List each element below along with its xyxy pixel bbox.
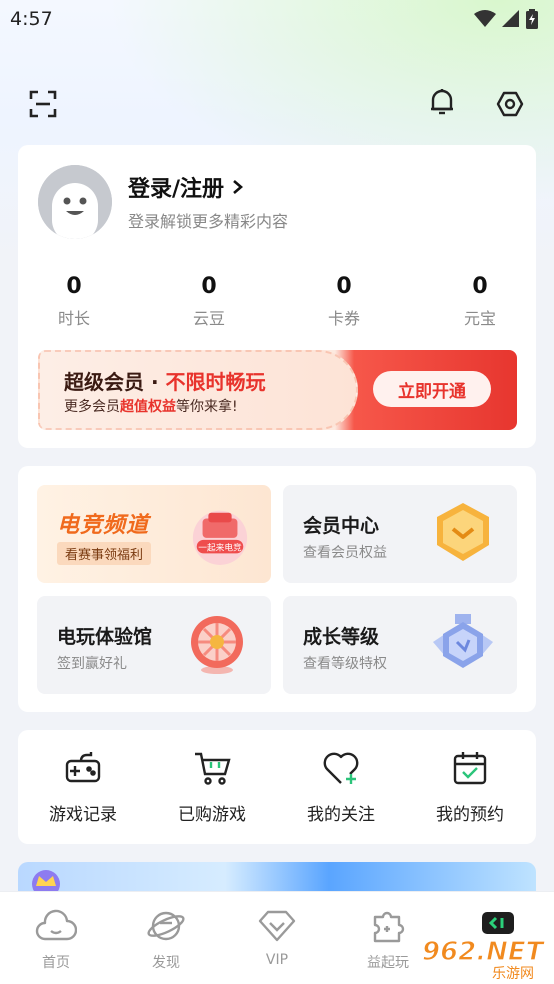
- notification-button[interactable]: [422, 82, 462, 122]
- quick-action-label: 我的预约: [436, 805, 504, 825]
- stat-value: 0: [472, 274, 488, 299]
- puzzle-icon: [373, 911, 405, 943]
- bell-icon: [431, 89, 453, 115]
- stat-label: 时长: [57, 309, 90, 328]
- my-follows-button[interactable]: 我的关注: [281, 748, 401, 825]
- quick-actions-card: 游戏记录 已购游戏 我的关注 我的预约: [18, 730, 536, 844]
- status-icons: [474, 9, 538, 29]
- tab-label: 首页: [42, 955, 70, 971]
- top-bar: [0, 80, 554, 128]
- vip-sub-part1: 更多会员: [64, 399, 120, 415]
- tab-label: 益起玩: [367, 955, 409, 971]
- stats-row: 0 时长 0 云豆 0 卡券 0 元宝: [18, 273, 536, 333]
- watermark-sub: 乐游网: [492, 966, 534, 982]
- member-shield-icon: [437, 503, 489, 561]
- vip-title-part1: 超级会员 ·: [64, 370, 166, 394]
- esports-art-text: 一起来电竞: [198, 541, 242, 553]
- gamepad-icon: [65, 752, 101, 783]
- game-history-button[interactable]: 游戏记录: [23, 748, 143, 825]
- settings-hexagon-icon: [496, 91, 524, 117]
- quick-action-label: 游戏记录: [49, 805, 117, 825]
- battery-icon: [526, 9, 538, 29]
- growth-level-title: 成长等级: [303, 626, 380, 648]
- vip-banner-title: 超级会员 · 不限时畅玩: [64, 366, 266, 395]
- feature-grid-card: 电竞频道 看赛事领福利 一起来电竞 会员中心 查看会员权益 电玩体验馆 签到赢好…: [18, 466, 536, 712]
- calendar-check-icon: [453, 752, 487, 785]
- tab-play-together[interactable]: 益起玩: [348, 906, 428, 972]
- stat-duration[interactable]: 0 时长: [29, 273, 119, 329]
- growth-level-subtitle: 查看等级特权: [303, 656, 387, 672]
- esports-trophy-icon: 一起来电竞: [192, 510, 248, 565]
- vip-banner-subtitle: 更多会员超值权益等你来拿!: [64, 396, 238, 416]
- login-register-link[interactable]: 登录/注册: [128, 171, 246, 203]
- arcade-hall-tile[interactable]: 电玩体验馆 签到赢好礼: [37, 596, 271, 694]
- vip-sub-part3: 等你来拿!: [176, 399, 238, 415]
- prize-wheel-icon: [191, 616, 243, 674]
- quick-action-label: 已购游戏: [178, 805, 246, 825]
- scan-button[interactable]: [23, 84, 63, 124]
- level-badge-icon: [433, 614, 493, 668]
- default-avatar-icon: [38, 165, 112, 239]
- esports-channel-tile[interactable]: 电竞频道 看赛事领福利 一起来电竞: [37, 485, 271, 583]
- vip-title-part2: 不限时畅玩: [165, 370, 266, 394]
- activate-vip-button[interactable]: 立即开通: [373, 371, 491, 407]
- member-center-title: 会员中心: [303, 515, 380, 537]
- vip-banner[interactable]: 超级会员 · 不限时畅玩 更多会员超值权益等你来拿! 立即开通: [38, 350, 517, 430]
- login-title-text: 登录/注册: [128, 177, 225, 202]
- stat-ingots[interactable]: 0 元宝: [435, 273, 525, 329]
- login-subtitle: 登录解锁更多精彩内容: [128, 212, 289, 231]
- wifi-icon: [474, 10, 496, 27]
- settings-button[interactable]: [490, 84, 530, 124]
- planet-icon: [147, 911, 185, 941]
- stat-label: 卡券: [327, 309, 360, 328]
- stat-value: 0: [336, 274, 352, 299]
- tab-label: VIP: [265, 952, 289, 968]
- tab-home[interactable]: 首页: [16, 906, 96, 972]
- stat-label: 元宝: [463, 309, 496, 328]
- growth-level-tile[interactable]: 成长等级 查看等级特权: [283, 596, 517, 694]
- tab-discover[interactable]: 发现: [126, 906, 206, 972]
- stat-label: 云豆: [192, 309, 225, 328]
- esports-title: 电竞频道: [57, 513, 150, 538]
- signal-icon: [502, 10, 519, 27]
- stat-coupons[interactable]: 0 卡券: [299, 273, 389, 329]
- tab-label: 发现: [152, 955, 180, 971]
- member-center-tile[interactable]: 会员中心 查看会员权益: [283, 485, 517, 583]
- cart-icon: [195, 752, 231, 785]
- quick-action-label: 我的关注: [307, 805, 375, 825]
- stat-value: 0: [66, 274, 82, 299]
- profile-card: 登录/注册 登录解锁更多精彩内容 0 时长 0 云豆 0 卡券 0 元宝 超级会…: [18, 145, 536, 448]
- watermark-text: 962.NET: [422, 937, 546, 967]
- esports-subtitle: 看赛事领福利: [57, 542, 152, 565]
- purchased-games-button[interactable]: 已购游戏: [152, 748, 272, 825]
- heart-plus-icon: [323, 752, 359, 784]
- chevron-right-icon: [233, 180, 244, 194]
- member-center-subtitle: 查看会员权益: [303, 545, 387, 561]
- arcade-hall-subtitle: 签到赢好礼: [57, 656, 127, 672]
- site-watermark: 962.NET 乐游网: [418, 930, 554, 984]
- scan-icon: [29, 90, 57, 118]
- watermark-logo-icon: 962.NET 乐游网: [421, 936, 546, 982]
- status-time: 4:57: [10, 8, 53, 30]
- diamond-icon: [258, 910, 296, 942]
- arcade-hall-title: 电玩体验馆: [57, 626, 153, 648]
- cloud-icon: [35, 909, 77, 941]
- vip-sub-part2: 超值权益: [120, 399, 176, 415]
- status-bar: 4:57: [0, 0, 554, 38]
- tab-vip[interactable]: VIP: [237, 906, 317, 968]
- avatar[interactable]: [38, 165, 112, 239]
- stat-value: 0: [201, 274, 217, 299]
- my-reservations-button[interactable]: 我的预约: [410, 748, 530, 825]
- stat-cloud-beans[interactable]: 0 云豆: [164, 273, 254, 329]
